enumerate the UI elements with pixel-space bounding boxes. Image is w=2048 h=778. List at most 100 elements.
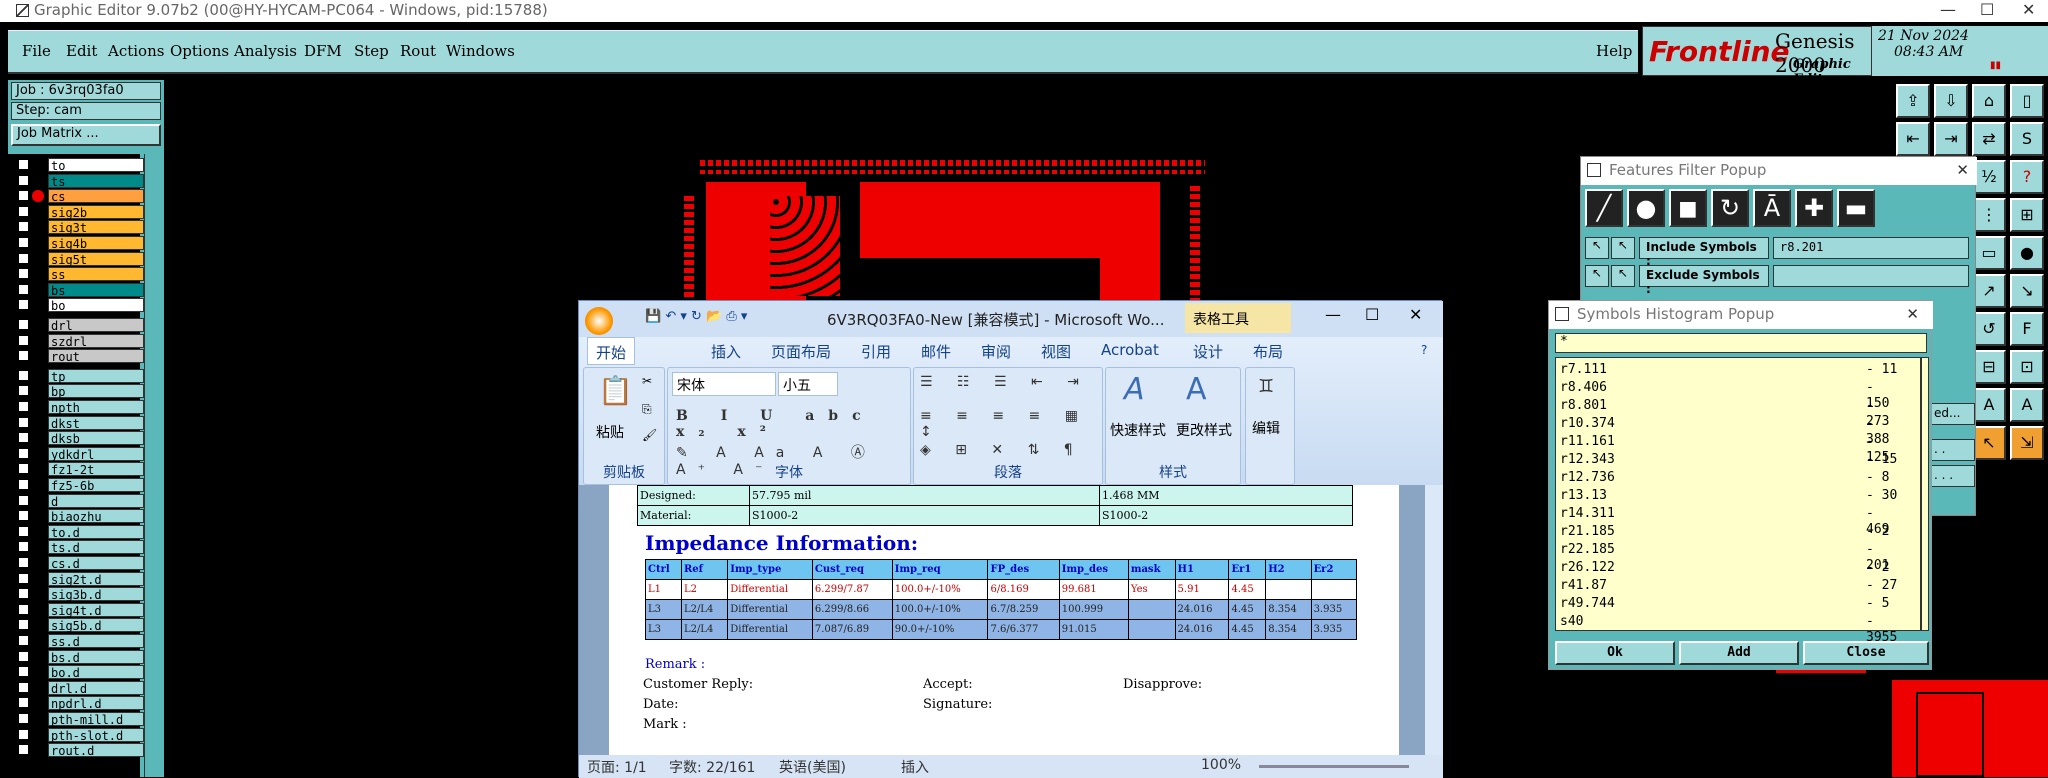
histogram-row[interactable]: r21.185 - 2 <box>1560 524 1900 540</box>
change-style-icon[interactable]: A <box>1186 372 1207 407</box>
histogram-row[interactable]: s40- 3955 <box>1560 614 1900 645</box>
toolbar-button[interactable]: A <box>1972 388 2006 422</box>
layer-name[interactable]: dkst <box>48 415 144 431</box>
add-button[interactable]: Add <box>1679 641 1799 665</box>
office-button[interactable] <box>585 307 613 335</box>
histogram-row[interactable]: r12.343 - 15 <box>1560 452 1900 468</box>
tab-review[interactable]: 审阅 <box>981 341 1011 362</box>
layer-row[interactable]: drl.d <box>14 680 144 696</box>
layer-checkbox[interactable] <box>18 650 29 662</box>
histogram-row[interactable]: r12.736 - 8 <box>1560 470 1900 486</box>
include-shrink-icon[interactable]: ↖ <box>1611 237 1635 259</box>
histogram-row[interactable]: r7.111 - 11 <box>1560 362 1900 378</box>
toolbar-button[interactable]: ⋮ <box>1972 198 2006 232</box>
list-buttons[interactable]: ☰ ☷ ☰ ⇤ ⇥ <box>920 374 1089 390</box>
symbol-histogram-list[interactable]: r7.111- 11 r8.406- 150 r8.801- 273 r10.374-… <box>1555 357 1921 645</box>
layer-row[interactable]: sig3t <box>14 220 144 235</box>
layer-checkbox[interactable] <box>18 697 29 709</box>
layer-name[interactable]: ss.d <box>48 634 144 649</box>
tab-insert[interactable]: 插入 <box>711 341 741 362</box>
text-feature-icon[interactable]: Ā <box>1753 189 1791 227</box>
tab-references[interactable]: 引用 <box>861 341 891 362</box>
layer-checkbox[interactable] <box>18 385 29 397</box>
histogram-row[interactable]: r49.744 - 5 <box>1560 596 1900 612</box>
layer-row[interactable]: tp <box>14 368 144 384</box>
layer-checkbox[interactable] <box>18 510 29 522</box>
close-icon[interactable]: ✕ <box>1956 161 1969 179</box>
toolbar-button[interactable]: ⇩ <box>1934 84 1968 118</box>
toolbar-button[interactable]: ↗ <box>1972 274 2006 308</box>
document-page[interactable]: Designed: 57.795 mil 1.468 MM Material: … <box>609 485 1399 755</box>
ok-button[interactable]: Ok <box>1555 641 1675 665</box>
change-style-button[interactable]: 更改样式 <box>1176 420 1232 440</box>
layer-name[interactable]: sig2b <box>48 204 144 220</box>
layer-checkbox[interactable] <box>18 205 29 217</box>
layer-row[interactable]: npth <box>14 400 144 415</box>
menu-rout[interactable]: Rout <box>400 42 436 60</box>
layer-scrollbar[interactable] <box>144 154 162 777</box>
menu-step[interactable]: Step <box>354 42 389 60</box>
layer-name[interactable]: bp <box>48 384 144 399</box>
histogram-row[interactable]: r26.122 - 2 <box>1560 560 1900 576</box>
paste-icon[interactable]: 📋 <box>598 374 633 407</box>
help-icon[interactable]: ? <box>2010 160 2044 194</box>
layer-checkbox[interactable] <box>18 237 29 248</box>
layer-checkbox[interactable] <box>18 588 29 600</box>
exclude-expand-icon[interactable]: ↖ <box>1585 265 1609 287</box>
shading-buttons[interactable]: ◈ ⊞ ✕ ⇅ ¶ <box>920 442 1083 458</box>
zoom-level[interactable]: 100% <box>1201 757 1241 773</box>
layer-name[interactable]: fz5-6b <box>48 478 144 493</box>
layer-checkbox[interactable] <box>18 432 29 444</box>
layer-name[interactable]: sig5t <box>48 251 144 267</box>
toolbar-button[interactable]: A <box>2010 388 2044 422</box>
layer-name[interactable]: rout.d <box>48 743 144 758</box>
format-painter-icon[interactable]: 🖌 <box>642 428 657 442</box>
job-matrix-button[interactable]: Job Matrix ... <box>11 124 161 146</box>
toolbar-button[interactable]: ▯ <box>2010 84 2044 118</box>
menu-dfm[interactable]: DFM <box>304 42 342 60</box>
quick-access-icons[interactable]: 💾 ↶ ▾ ↻ 📂 ⎙ ▾ <box>645 309 747 324</box>
layer-row[interactable]: bs.d <box>14 649 144 665</box>
layer-name[interactable]: npdrl.d <box>48 696 144 711</box>
tab-page-layout[interactable]: 页面布局 <box>771 341 831 362</box>
close-icon[interactable]: ✕ <box>1906 305 1919 323</box>
histogram-row[interactable]: r22.185- 201 <box>1560 542 1900 573</box>
close-button[interactable]: ✕ <box>1409 305 1422 324</box>
layer-row[interactable]: ss <box>14 267 144 282</box>
layer-name[interactable]: cs <box>48 189 144 204</box>
layer-checkbox[interactable] <box>18 666 29 678</box>
minimize-button[interactable]: — <box>1325 305 1341 324</box>
tab-mailings[interactable]: 邮件 <box>921 341 951 362</box>
layer-row[interactable]: biaozhu <box>14 509 144 524</box>
menu-actions[interactable]: Actions <box>108 42 164 60</box>
help-icon[interactable]: ? <box>1421 343 1427 357</box>
layer-checkbox[interactable] <box>18 268 29 280</box>
menu-analysis[interactable]: Analysis <box>234 42 297 60</box>
layer-row[interactable]: bs <box>14 282 144 298</box>
layer-name[interactable]: npth <box>48 400 144 415</box>
layer-row[interactable]: sig3b.d <box>14 587 144 602</box>
layer-row[interactable]: npdrl.d <box>14 696 144 711</box>
tab-acrobat[interactable]: Acrobat <box>1101 341 1159 359</box>
binoculars-icon[interactable]: ♊ <box>1258 376 1274 397</box>
layer-row[interactable]: fz5-6b <box>14 478 144 493</box>
tab-home[interactable]: 开始 <box>587 337 636 365</box>
toolbar-button[interactable]: ↘ <box>2010 274 2044 308</box>
layer-checkbox[interactable] <box>18 159 29 170</box>
layer-name[interactable]: to.d <box>48 524 144 540</box>
include-symbols-input[interactable]: r8.201 <box>1773 237 1969 259</box>
layer-row[interactable]: ydkdrl <box>14 446 144 462</box>
layer-row[interactable]: sig4t.d <box>14 602 144 618</box>
layer-name[interactable]: sig4t.d <box>48 602 144 618</box>
tab-design[interactable]: 设计 <box>1193 341 1223 362</box>
layer-row[interactable]: drl <box>14 318 144 333</box>
layer-checkbox[interactable] <box>18 350 29 362</box>
layer-name[interactable]: bs.d <box>48 649 144 665</box>
layer-row[interactable]: rout.d <box>14 743 144 758</box>
layer-checkbox[interactable] <box>18 681 29 693</box>
toolbar-button[interactable]: ↺ <box>1972 312 2006 346</box>
font-format-buttons[interactable]: B I U abc x₂ x² <box>676 408 910 440</box>
layer-name[interactable]: bo.d <box>48 665 144 680</box>
layer-checkbox[interactable] <box>18 334 29 346</box>
close-button[interactable]: Close <box>1803 641 1929 665</box>
